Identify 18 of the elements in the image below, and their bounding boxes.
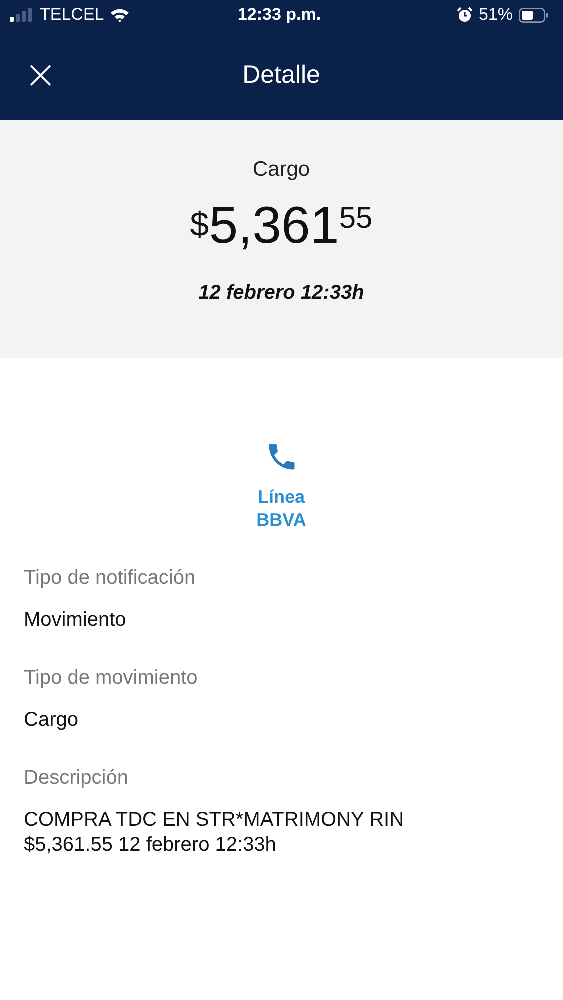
field-value: Cargo — [24, 708, 80, 733]
close-button[interactable]: × — [20, 55, 62, 95]
battery-percent: 51% — [478, 5, 513, 25]
alarm-icon — [456, 7, 473, 23]
field-value: COMPRA TDC EN STR*MATRIMONY RIN $5,361.55 12 febrero 12:33h — [24, 808, 406, 858]
field-label: Tipo de notificación — [24, 566, 197, 590]
field-label: Tipo de movimiento — [24, 666, 199, 690]
transaction-type: Cargo — [252, 158, 310, 182]
field-value: Movimiento — [24, 608, 128, 633]
field-label: Descripción — [24, 766, 130, 790]
contact-link[interactable]: Línea BBVA — [252, 486, 312, 533]
transaction-date: 12 febrero 12:33h — [198, 282, 364, 305]
battery-icon — [519, 8, 549, 22]
status-time: 12:33 p.m. — [238, 5, 322, 25]
carrier-name: TELCEL — [40, 5, 104, 25]
signal-icon — [10, 8, 34, 22]
page-title: Detalle — [242, 60, 320, 90]
wifi-icon — [110, 8, 130, 22]
